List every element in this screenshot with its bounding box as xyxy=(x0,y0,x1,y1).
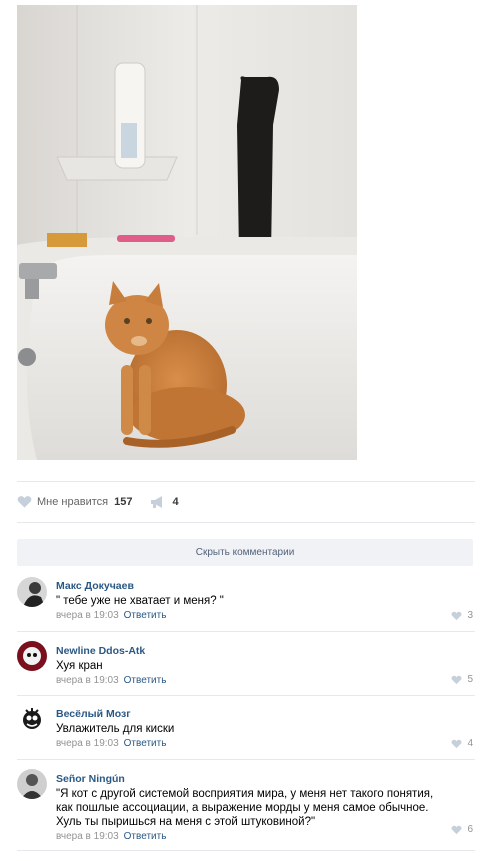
post-actions-bar: Мне нравится 157 4 xyxy=(17,481,475,523)
comment-meta: вчера в 19:03 Ответить xyxy=(56,610,475,621)
comment-time[interactable]: вчера в 19:03 xyxy=(56,831,119,842)
comment-item: Весёлый Мозг Увлажитель для киски вчера … xyxy=(17,696,475,760)
comment-item: Макс Докучаев " тебе уже не хватает и ме… xyxy=(17,568,475,632)
comment-time[interactable]: вчера в 19:03 xyxy=(56,738,119,749)
comment-meta: вчера в 19:03 Ответить xyxy=(56,831,453,842)
avatar[interactable] xyxy=(17,641,47,671)
heart-icon xyxy=(451,825,462,834)
comment-text: "Я кот с другой системой восприятия мира… xyxy=(56,788,434,828)
comment-time[interactable]: вчера в 19:03 xyxy=(56,675,119,686)
comment-author[interactable]: Señor Ningún xyxy=(56,773,125,785)
comment-like-button[interactable]: 3 xyxy=(451,610,473,621)
comment-like-button[interactable]: 6 xyxy=(451,824,473,835)
comment-author[interactable]: Весёлый Мозг xyxy=(56,708,131,720)
comment-author[interactable]: Newline Ddos-Atk xyxy=(56,645,145,657)
comment-like-button[interactable]: 5 xyxy=(451,674,473,685)
share-count: 4 xyxy=(172,496,179,508)
like-count: 157 xyxy=(114,496,133,508)
avatar[interactable] xyxy=(17,769,47,799)
heart-icon xyxy=(451,611,462,620)
comment-time[interactable]: вчера в 19:03 xyxy=(56,610,119,621)
reply-button[interactable]: Ответить xyxy=(124,738,167,749)
comment-meta: вчера в 19:03 Ответить xyxy=(56,675,475,686)
megaphone-icon xyxy=(151,496,163,508)
avatar[interactable] xyxy=(17,577,47,607)
comment-text: Увлажитель для киски xyxy=(56,723,175,735)
heart-icon xyxy=(451,739,462,748)
comment-like-count: 6 xyxy=(467,824,473,835)
comment-like-count: 3 xyxy=(467,610,473,621)
reply-button[interactable]: Ответить xyxy=(124,675,167,686)
comment-item: Newline Ddos-Atk Хуя кран вчера в 19:03 О… xyxy=(17,632,475,696)
heart-icon xyxy=(17,496,32,508)
cat-in-bathtub-image xyxy=(17,5,357,460)
comment-like-count: 5 xyxy=(467,674,473,685)
comment-like-button[interactable]: 4 xyxy=(451,738,473,749)
comment-meta: вчера в 19:03 Ответить xyxy=(56,738,475,749)
comments-list: Макс Докучаев " тебе уже не хватает и ме… xyxy=(17,568,475,851)
comment-author[interactable]: Макс Докучаев xyxy=(56,580,134,592)
share-button[interactable]: 4 xyxy=(150,496,179,508)
reply-button[interactable]: Ответить xyxy=(124,831,167,842)
comment-like-count: 4 xyxy=(467,738,473,749)
heart-icon xyxy=(451,675,462,684)
reply-button[interactable]: Ответить xyxy=(124,610,167,621)
hide-comments-button[interactable]: Скрыть комментарии xyxy=(17,539,473,566)
comment-item: Señor Ningún "Я кот с другой системой во… xyxy=(17,760,475,851)
post-photo[interactable] xyxy=(17,5,357,460)
comment-text: Хуя кран xyxy=(56,660,103,672)
comment-text: " тебе уже не хватает и меня? " xyxy=(56,595,224,607)
like-label: Мне нравится xyxy=(37,496,109,508)
like-button[interactable]: Мне нравится 157 xyxy=(17,495,132,509)
avatar[interactable] xyxy=(17,704,47,734)
